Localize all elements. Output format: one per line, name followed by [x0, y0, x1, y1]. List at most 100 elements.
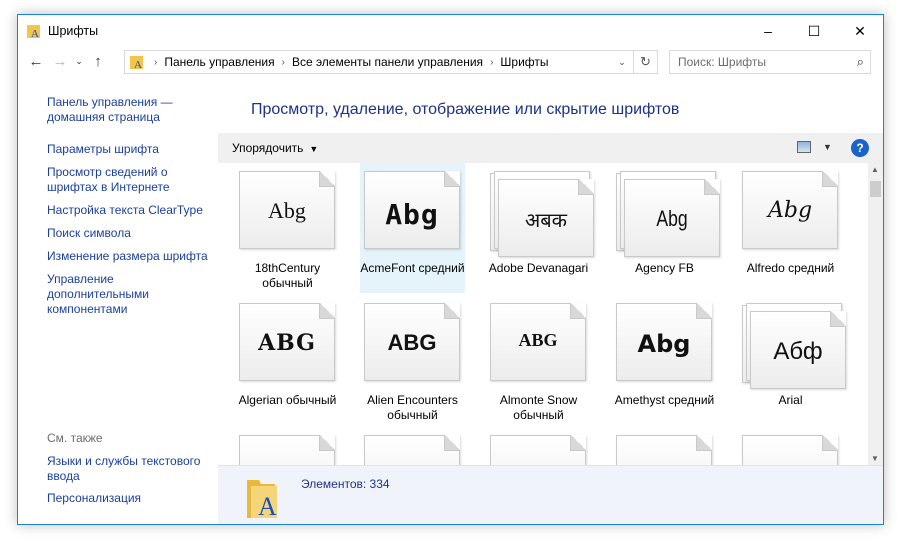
- page-fold: [570, 303, 586, 319]
- back-icon[interactable]: ←: [24, 49, 48, 73]
- font-sample-text: ABG: [518, 330, 558, 350]
- font-tile[interactable]: Abg Amethyst средний: [612, 295, 717, 425]
- page-fold: [570, 435, 586, 451]
- view-options-chevron-down-icon[interactable]: ▼: [823, 142, 832, 152]
- font-preview-icon: [742, 435, 838, 465]
- fonts-folder-icon: A: [27, 25, 40, 39]
- font-name-label: Alien Encounters обычный: [367, 393, 458, 422]
- font-tile[interactable]: Abg AcmeFont средний: [360, 163, 465, 293]
- page-fold: [830, 311, 846, 327]
- breadcrumb-separator-icon[interactable]: ›: [279, 57, 288, 68]
- font-tile[interactable]: [612, 427, 717, 465]
- organize-label: Упорядочить: [232, 141, 304, 155]
- breadcrumb-all-items[interactable]: Все элементы панели управления: [288, 55, 487, 69]
- title-bar: A Шрифты – ☐ ✕: [18, 15, 883, 47]
- page-fold: [696, 435, 712, 451]
- address-dropdown-icon[interactable]: ⌄: [613, 51, 631, 73]
- svg-text:A: A: [258, 492, 277, 520]
- breadcrumb-separator-icon[interactable]: ›: [487, 57, 496, 68]
- page-fold: [319, 171, 335, 187]
- font-tile[interactable]: ABG Alien Encounters обычный: [360, 295, 465, 425]
- font-name-label: Agency FB: [635, 261, 694, 275]
- font-preview-icon: ABG: [490, 303, 586, 381]
- up-icon[interactable]: ↑: [86, 49, 110, 73]
- font-preview-icon: [616, 435, 712, 465]
- search-placeholder: Поиск: Шрифты: [678, 55, 767, 69]
- link-font-info-online[interactable]: Просмотр сведений о шрифтах в Интернете: [47, 165, 217, 195]
- breadcrumb-control-panel[interactable]: Панель управления: [160, 55, 278, 69]
- font-preview-icon: ABG: [239, 303, 335, 381]
- page-title: Просмотр, удаление, отображение или скры…: [251, 101, 680, 118]
- font-name-label: Alfredo средний: [746, 261, 835, 275]
- page-fold: [319, 303, 335, 319]
- scroll-up-icon[interactable]: ▲: [871, 165, 879, 174]
- font-preview-icon: Abg: [742, 171, 838, 249]
- link-control-panel-home[interactable]: Панель управления — домашняя страница: [47, 95, 217, 125]
- font-sample-text: Abg: [268, 198, 306, 223]
- font-tile[interactable]: [235, 427, 340, 465]
- search-icon[interactable]: ⌕: [857, 54, 864, 70]
- item-count: Элементов: 334: [301, 477, 390, 491]
- link-text-input-services[interactable]: Языки и службы текстового ввода: [47, 454, 217, 484]
- vertical-scrollbar[interactable]: ▲ ▼: [868, 163, 883, 465]
- font-tile[interactable]: अबक Adobe Devanagari: [486, 163, 594, 293]
- font-tile[interactable]: [738, 427, 843, 465]
- page-fold: [696, 303, 712, 319]
- link-change-font-size[interactable]: Изменение размера шрифта: [47, 249, 217, 264]
- font-name-label: Arial: [778, 393, 803, 407]
- scroll-thumb[interactable]: [870, 181, 881, 197]
- font-tile[interactable]: Abg Alfredo средний: [738, 163, 843, 293]
- page-fold: [444, 435, 460, 451]
- font-preview-icon: अबक: [498, 179, 594, 257]
- page-fold: [822, 171, 838, 187]
- breadcrumb-separator-icon[interactable]: ›: [151, 57, 160, 68]
- recent-locations-chevron-icon[interactable]: ⌄: [72, 49, 86, 73]
- link-find-character[interactable]: Поиск символа: [47, 226, 217, 241]
- change-view-icon[interactable]: [797, 141, 811, 153]
- organize-chevron-down-icon: ▼: [309, 144, 319, 154]
- font-tile[interactable]: [360, 427, 465, 465]
- refresh-icon[interactable]: ↻: [633, 51, 657, 73]
- page-fold: [704, 179, 720, 195]
- font-preview-icon: ABG: [364, 303, 460, 381]
- font-name-label: Algerian обычный: [238, 393, 337, 407]
- font-sample-text: Абф: [773, 338, 823, 365]
- help-icon[interactable]: ?: [851, 139, 869, 157]
- font-name-label: Adobe Devanagari: [488, 261, 589, 275]
- organize-button[interactable]: Упорядочить ▼: [232, 141, 318, 155]
- font-tile[interactable]: Abg Agency FB: [612, 163, 720, 293]
- font-tile[interactable]: ABG Algerian обычный: [235, 295, 340, 425]
- breadcrumb-fonts[interactable]: Шрифты: [496, 55, 552, 69]
- font-sample-text: Abg: [656, 206, 688, 231]
- page-fold: [578, 179, 594, 195]
- font-name-label: 18thCentury обычный: [254, 261, 321, 290]
- scroll-down-icon[interactable]: ▼: [871, 454, 879, 463]
- page-fold: [444, 303, 460, 319]
- fonts-grid: Abg 18thCentury обычный Abg AcmeFont средни…: [218, 163, 868, 465]
- link-manage-optional-features[interactable]: Управление дополнительными компонентами: [47, 272, 217, 317]
- maximize-button[interactable]: ☐: [791, 15, 837, 47]
- svg-text:A: A: [134, 59, 142, 70]
- link-font-settings[interactable]: Параметры шрифта: [47, 142, 217, 157]
- forward-icon[interactable]: →: [48, 49, 72, 73]
- svg-text:A: A: [31, 28, 39, 39]
- minimize-button[interactable]: –: [745, 15, 791, 47]
- font-name-label: Amethyst средний: [614, 393, 715, 407]
- font-tile[interactable]: Abg 18thCentury обычный: [235, 163, 340, 293]
- font-sample-text: ABG: [387, 330, 437, 355]
- font-tile[interactable]: Абф Arial: [738, 295, 846, 425]
- search-input[interactable]: Поиск: Шрифты ⌕: [669, 50, 871, 74]
- close-button[interactable]: ✕: [837, 15, 883, 47]
- font-sample-text: Abg: [385, 198, 439, 231]
- link-personalization[interactable]: Персонализация: [47, 491, 217, 506]
- font-tile[interactable]: ABG Almonte Snow обычный: [486, 295, 591, 425]
- link-cleartype[interactable]: Настройка текста ClearType: [47, 203, 217, 218]
- fonts-folder-large-icon: A: [247, 480, 277, 520]
- font-preview-icon: Абф: [750, 311, 846, 389]
- address-bar[interactable]: A › Панель управления › Все элементы пан…: [124, 50, 658, 74]
- font-sample-text: Abg: [637, 330, 691, 358]
- window-title: Шрифты: [48, 24, 99, 38]
- font-tile[interactable]: [486, 427, 591, 465]
- page-fold: [319, 435, 335, 451]
- see-also-heading: См. также: [47, 431, 103, 445]
